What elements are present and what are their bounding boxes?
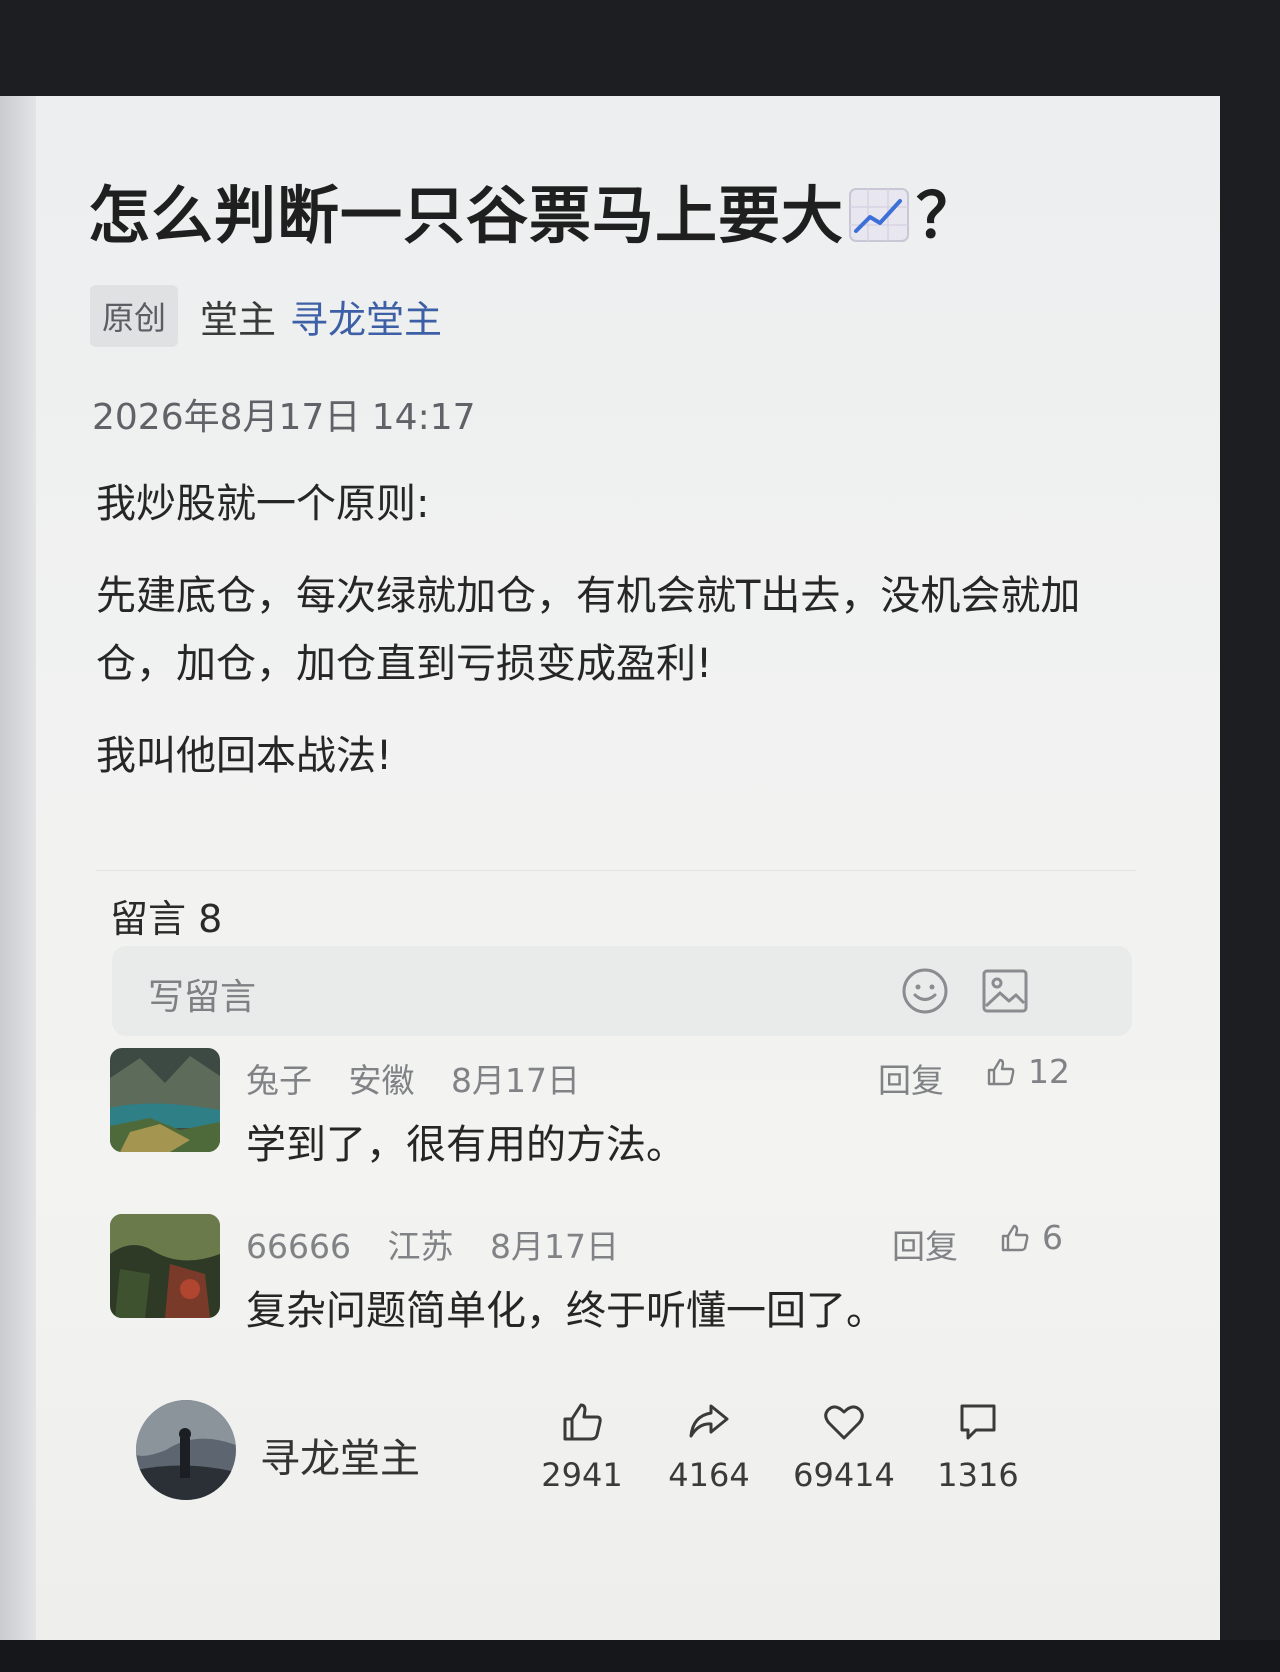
favorite-count: 69414 — [793, 1456, 895, 1494]
article-paragraph: 我炒股就一个原则: — [96, 481, 430, 527]
comment-region: 江苏 — [387, 1227, 454, 1266]
write-comment-box[interactable]: 写留言 — [112, 946, 1132, 1036]
like-count: 2941 — [541, 1456, 623, 1494]
comment-username[interactable]: 66666 — [246, 1227, 351, 1266]
comment-date: 8月17日 — [451, 1061, 580, 1100]
bezel-bottom — [0, 1640, 1280, 1672]
comment-like-button[interactable]: 12 — [986, 1052, 1070, 1091]
article-card: 怎么判断一只谷票马上要大 ？ 原创 堂主 寻龙堂主 2026年8月17日 14:… — [40, 110, 1200, 1630]
comment-item: 兔子 安徽 8月17日 回复 12 学到了，很有用的方法。 — [110, 1048, 1150, 1168]
comment-icon — [960, 1404, 996, 1440]
write-comment-placeholder: 写留言 — [148, 977, 257, 1018]
article-title-text: 怎么判断一只谷票马上要大 — [88, 179, 845, 252]
thumbs-up-icon — [563, 1403, 602, 1441]
share-count: 4164 — [668, 1456, 750, 1494]
comment-item: 66666 江苏 8月17日 回复 6 复杂问题简单化，终于听懂一回了。 — [110, 1214, 1150, 1334]
share-icon — [689, 1404, 729, 1438]
bottom-action-bar: 寻龙堂主 2941 4164 69414 1316 — [136, 1400, 1136, 1510]
reply-button[interactable]: 回复 — [878, 1054, 944, 1102]
image-icon[interactable] — [980, 966, 1030, 1016]
comment-meta: 兔子 安徽 8月17日 — [246, 1054, 606, 1102]
account-avatar[interactable] — [136, 1400, 236, 1500]
comment-text: 学到了，很有用的方法。 — [246, 1122, 686, 1168]
avatar[interactable] — [110, 1214, 220, 1318]
thumbs-up-icon — [987, 1058, 1015, 1085]
share-button[interactable]: 4164 — [649, 1400, 769, 1494]
comment-like-count: 6 — [1042, 1218, 1063, 1257]
avatar[interactable] — [110, 1048, 220, 1152]
publish-date: 2026年8月17日 14:17 — [92, 397, 476, 438]
heart-icon — [824, 1405, 864, 1440]
account-name[interactable]: 寻龙堂主 — [260, 1426, 420, 1484]
reply-button[interactable]: 回复 — [892, 1220, 958, 1268]
like-button[interactable]: 2941 — [522, 1400, 642, 1494]
comment-text: 复杂问题简单化，终于听懂一回了。 — [246, 1288, 886, 1334]
article-paragraph: 先建底仓，每次绿就加仓，有机会就T出去，没机会就加仓，加仓，加仓直到亏损变成盈利… — [96, 573, 1081, 687]
comments-header: 留言 8 — [110, 897, 223, 941]
article-title-suffix: ？ — [916, 179, 980, 252]
screen-edge — [0, 96, 36, 1642]
comment-region: 安徽 — [348, 1061, 415, 1100]
chart-increasing-icon — [848, 185, 910, 242]
author-link[interactable]: 寻龙堂主 — [290, 289, 442, 344]
favorite-button[interactable]: 69414 — [784, 1400, 904, 1494]
divider — [96, 870, 1136, 871]
article-body: 我炒股就一个原则: 先建底仓，每次绿就加仓，有机会就T出去，没机会就加仓，加仓，… — [96, 470, 1116, 814]
original-tag: 原创 — [90, 285, 179, 347]
article-title: 怎么判断一只谷票马上要大 ？ — [88, 165, 979, 255]
comment-button[interactable]: 1316 — [918, 1400, 1038, 1494]
article-meta: 原创 堂主 寻龙堂主 — [90, 285, 442, 347]
article-paragraph: 我叫他回本战法! — [96, 733, 393, 779]
author-prefix: 堂主 — [200, 297, 277, 342]
thumbs-up-icon — [1001, 1224, 1029, 1251]
comment-date: 8月17日 — [489, 1227, 619, 1266]
emoji-icon[interactable] — [900, 966, 950, 1016]
comment-like-count: 12 — [1028, 1052, 1070, 1091]
comment-username[interactable]: 兔子 — [246, 1061, 312, 1100]
comment-like-button[interactable]: 6 — [1000, 1218, 1063, 1257]
comment-count: 1316 — [937, 1456, 1019, 1494]
comment-meta: 66666 江苏 8月17日 — [246, 1220, 645, 1268]
